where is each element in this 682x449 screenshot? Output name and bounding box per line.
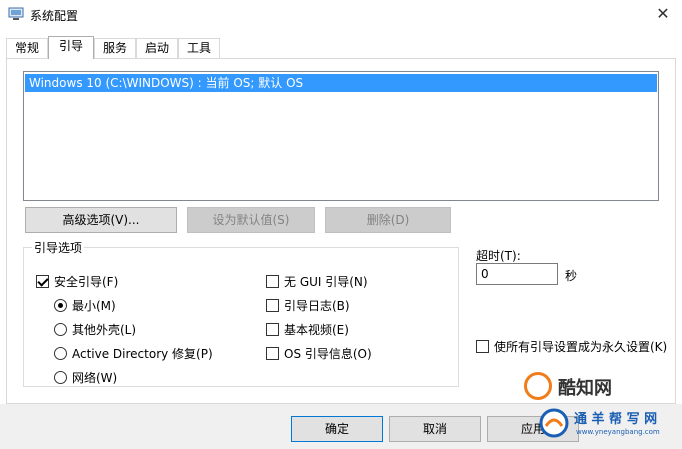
checkbox-empty-icon [266, 299, 279, 312]
watermark-site-name: 通 羊 帮 写 网 [574, 412, 658, 427]
checkbox-empty-icon [266, 323, 279, 336]
watermark-site-url: www.yneyangbang.com [576, 428, 660, 436]
boot-tab-panel: Windows 10 (C:\WINDOWS) : 当前 OS; 默认 OS 高… [6, 58, 676, 404]
ok-button[interactable]: 确定 [291, 416, 383, 442]
title-bar: 系统配置 ✕ [0, 0, 682, 30]
radio-empty-icon [54, 323, 67, 336]
no-gui-boot-checkbox[interactable]: 无 GUI 引导(N) [266, 274, 368, 292]
tab-startup[interactable]: 启动 [136, 38, 178, 59]
watermark-brand: 酷知网 [558, 378, 612, 399]
base-video-checkbox[interactable]: 基本视频(E) [266, 322, 349, 340]
delete-button[interactable]: 删除(D) [325, 207, 451, 233]
boot-options-group: 引导选项 安全引导(F) 最小(M) 其他外壳(L) Active Direct… [23, 239, 459, 388]
window-title: 系统配置 [30, 9, 79, 23]
system-config-icon [8, 7, 24, 20]
advanced-options-button[interactable]: 高级选项(V)... [25, 207, 177, 233]
os-list-item[interactable]: Windows 10 (C:\WINDOWS) : 当前 OS; 默认 OS [25, 74, 657, 92]
checkbox-empty-icon [266, 347, 279, 360]
os-boot-info-checkbox[interactable]: OS 引导信息(O) [266, 346, 372, 364]
radio-empty-icon [54, 371, 67, 384]
set-default-button[interactable]: 设为默认值(S) [187, 207, 315, 233]
radio-minimal[interactable]: 最小(M) [54, 298, 116, 316]
checkbox-empty-icon [476, 340, 489, 353]
radio-empty-icon [54, 347, 67, 360]
radio-selected-icon [54, 299, 67, 312]
close-icon: ✕ [656, 4, 670, 23]
radio-alternate-shell[interactable]: 其他外壳(L) [54, 322, 136, 340]
radio-network[interactable]: 网络(W) [54, 370, 117, 388]
brand-logo-icon [524, 372, 552, 400]
os-listbox[interactable]: Windows 10 (C:\WINDOWS) : 当前 OS; 默认 OS [23, 71, 659, 201]
boot-options-label: 引导选项 [32, 239, 85, 256]
make-permanent-checkbox[interactable]: 使所有引导设置成为永久设置(K) [476, 339, 667, 357]
boot-log-checkbox[interactable]: 引导日志(B) [266, 298, 350, 316]
close-button[interactable]: ✕ [652, 4, 674, 24]
watermark: 酷知网 通 羊 帮 写 网 www.yneyangbang.com [520, 372, 680, 447]
timeout-unit: 秒 [565, 269, 578, 283]
timeout-label: 超时(T): [476, 249, 521, 263]
checkbox-empty-icon [266, 275, 279, 288]
radio-active-directory-repair[interactable]: Active Directory 修复(P) [54, 346, 213, 364]
timeout-input[interactable]: 0 [476, 263, 558, 285]
checkbox-checked-icon [36, 275, 49, 288]
cancel-button[interactable]: 取消 [389, 416, 481, 442]
tab-general[interactable]: 常规 [6, 38, 48, 59]
safe-boot-checkbox[interactable]: 安全引导(F) [36, 274, 118, 292]
tab-tools[interactable]: 工具 [178, 38, 220, 59]
tab-boot[interactable]: 引导 [48, 36, 94, 59]
tab-services[interactable]: 服务 [94, 38, 136, 59]
site-logo-icon [539, 408, 569, 438]
